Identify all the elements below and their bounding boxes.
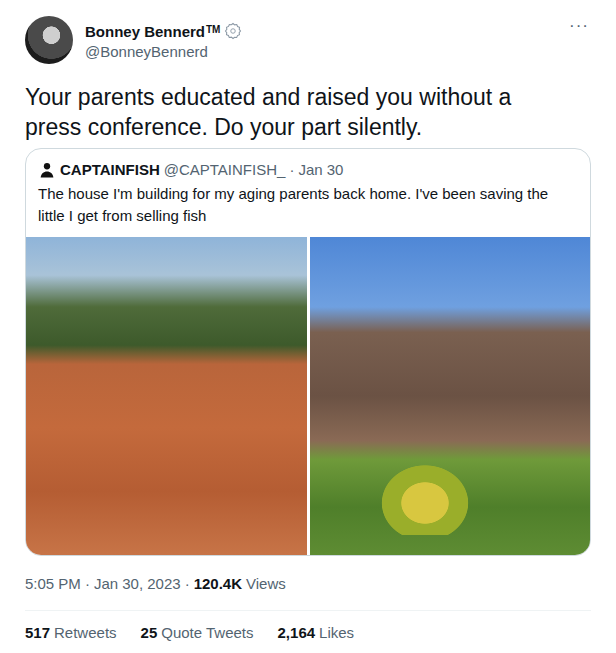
stat-item[interactable]: 25Quote Tweets: [141, 623, 254, 643]
divider: [25, 610, 591, 611]
palm-plant: [370, 455, 480, 535]
verified-badge-icon: [224, 22, 242, 40]
stat-count[interactable]: 25: [141, 623, 158, 643]
tweet-date[interactable]: Jan 30, 2023: [94, 574, 181, 594]
author-handle[interactable]: @BonneyBennerd: [85, 42, 559, 62]
author-name[interactable]: Bonney BennerdTM: [85, 20, 220, 42]
quoted-tweet[interactable]: CAPTAINFISH@CAPTAINFISH_·Jan 30The house…: [25, 148, 591, 556]
views-count: 120.4K: [194, 574, 242, 594]
tweet-meta: 5:05 PM·Jan 30, 2023·120.4KViews: [25, 574, 591, 594]
quoted-author-handle[interactable]: @CAPTAINFISH_: [164, 160, 286, 180]
stat-count[interactable]: 2,164: [278, 623, 316, 643]
meta-separator: ·: [85, 574, 90, 594]
tweet: Bonney BennerdTM@BonneyBennerd···Your pa…: [0, 0, 616, 643]
views-label: Views: [246, 574, 286, 594]
tweet-header: Bonney BennerdTM@BonneyBennerd···: [25, 16, 591, 64]
tweet-stats: 517Retweets 25Quote Tweets 2,164Likes: [25, 611, 591, 643]
stat-label[interactable]: Retweets: [54, 623, 117, 643]
foundation-photo[interactable]: [26, 237, 307, 555]
tweet-time[interactable]: 5:05 PM: [25, 574, 81, 594]
quoted-header: CAPTAINFISH@CAPTAINFISH_·Jan 30: [26, 149, 590, 180]
author-name-text[interactable]: Bonney Bennerd: [85, 23, 205, 40]
more-button[interactable]: ···: [567, 16, 591, 36]
author-info: Bonney BennerdTM@BonneyBennerd: [85, 16, 559, 62]
tweet-text: Your parents educated and raised you wit…: [25, 82, 570, 142]
stat-item[interactable]: 517Retweets: [25, 623, 117, 643]
stat-item[interactable]: 2,164Likes: [278, 623, 355, 643]
stat-label[interactable]: Quote Tweets: [161, 623, 253, 643]
captainfish-avatar-icon: [38, 161, 56, 179]
meta-separator: ·: [185, 574, 190, 594]
quoted-photos: [26, 237, 590, 555]
house-photo[interactable]: [310, 237, 591, 555]
stat-count[interactable]: 517: [25, 623, 50, 643]
quoted-author-name[interactable]: CAPTAINFISH: [60, 160, 160, 180]
author-name-suffix[interactable]: TM: [206, 24, 220, 35]
quoted-text: The house I'm building for my aging pare…: [26, 180, 590, 237]
author-name-row: Bonney BennerdTM: [85, 20, 559, 42]
quoted-separator: ·: [289, 160, 294, 180]
stat-label[interactable]: Likes: [319, 623, 354, 643]
quoted-date[interactable]: Jan 30: [298, 160, 343, 180]
author-avatar[interactable]: [25, 16, 73, 64]
